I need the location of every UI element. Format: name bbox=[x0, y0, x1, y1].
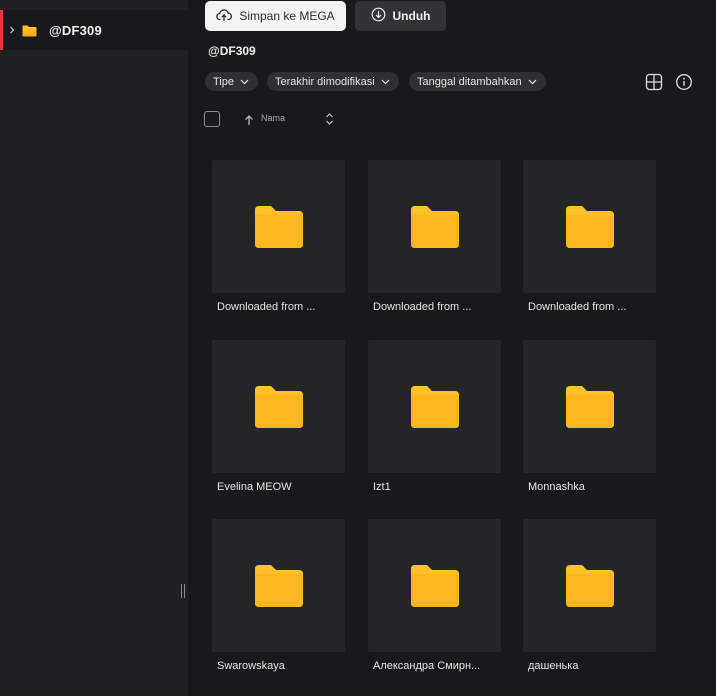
folder-name: Downloaded from ... bbox=[528, 301, 627, 313]
folder-name: дашенька bbox=[528, 660, 579, 672]
arrow-up-icon[interactable] bbox=[244, 113, 254, 125]
sidebar: @DF309 bbox=[0, 0, 188, 696]
grid-view-icon[interactable] bbox=[645, 73, 663, 91]
folder-name: Downloaded from ... bbox=[373, 301, 472, 313]
folder-icon bbox=[565, 564, 614, 607]
folder-name: Evelina MEOW bbox=[217, 481, 292, 493]
filter-last-modified-label: Terakhir dimodifikasi bbox=[275, 75, 375, 88]
folder-icon bbox=[565, 385, 614, 428]
filter-type-dropdown[interactable]: Tipe bbox=[205, 72, 258, 91]
download-button[interactable]: Unduh bbox=[355, 1, 446, 31]
tree-item-root-folder[interactable]: @DF309 bbox=[0, 10, 188, 50]
sidebar-resize-handle[interactable] bbox=[181, 584, 187, 598]
folder-card[interactable]: Downloaded from ... bbox=[368, 160, 501, 313]
folder-name: Monnashka bbox=[528, 481, 585, 493]
folder-thumbnail bbox=[212, 519, 345, 652]
folder-card[interactable]: Evelina MEOW bbox=[212, 340, 345, 493]
folder-thumbnail bbox=[212, 340, 345, 473]
filter-date-added-dropdown[interactable]: Tanggal ditambahkan bbox=[409, 72, 546, 91]
folder-thumbnail bbox=[523, 340, 656, 473]
folder-card[interactable]: Александра Смирн... bbox=[368, 519, 501, 672]
main-panel: Simpan ke MEGA Unduh @DF309 Tipe Terakhi… bbox=[188, 0, 716, 696]
folder-icon bbox=[410, 385, 459, 428]
page-title: @DF309 bbox=[208, 44, 256, 58]
folder-thumbnail bbox=[368, 160, 501, 293]
folder-thumbnail bbox=[523, 519, 656, 652]
folder-name: Александра Смирн... bbox=[373, 660, 481, 672]
chevron-down-icon bbox=[528, 76, 537, 88]
download-label: Unduh bbox=[392, 9, 431, 23]
folder-card[interactable]: Downloaded from ... bbox=[523, 160, 656, 313]
sort-toggle-icon[interactable] bbox=[325, 112, 334, 126]
filter-last-modified-dropdown[interactable]: Terakhir dimodifikasi bbox=[267, 72, 399, 91]
folder-name: Downloaded from ... bbox=[217, 301, 316, 313]
folder-name: Swarowskaya bbox=[217, 660, 285, 672]
tree-item-label: @DF309 bbox=[49, 22, 102, 38]
folder-card[interactable]: Izt1 bbox=[368, 340, 501, 493]
folder-thumbnail bbox=[212, 160, 345, 293]
folder-icon bbox=[254, 205, 303, 248]
folder-card[interactable]: дашенька bbox=[523, 519, 656, 672]
folder-card[interactable]: Downloaded from ... bbox=[212, 160, 345, 313]
chevron-down-icon bbox=[240, 76, 249, 88]
cloud-upload-icon bbox=[216, 8, 233, 25]
chevron-right-icon[interactable] bbox=[7, 25, 17, 35]
folder-icon bbox=[410, 564, 459, 607]
info-icon[interactable] bbox=[675, 73, 693, 91]
folder-card[interactable]: Swarowskaya bbox=[212, 519, 345, 672]
folder-icon bbox=[410, 205, 459, 248]
folder-icon bbox=[254, 564, 303, 607]
filter-type-label: Tipe bbox=[213, 75, 234, 88]
save-to-mega-label: Simpan ke MEGA bbox=[239, 9, 335, 23]
save-to-mega-button[interactable]: Simpan ke MEGA bbox=[205, 1, 346, 31]
folder-thumbnail bbox=[368, 340, 501, 473]
folder-icon bbox=[254, 385, 303, 428]
folder-card[interactable]: Monnashka bbox=[523, 340, 656, 493]
filter-date-added-label: Tanggal ditambahkan bbox=[417, 75, 522, 88]
folder-icon bbox=[22, 24, 37, 37]
sort-by-name-label[interactable]: Nama bbox=[261, 113, 285, 123]
folder-thumbnail bbox=[523, 160, 656, 293]
chevron-down-icon bbox=[381, 76, 390, 88]
folder-thumbnail bbox=[368, 519, 501, 652]
download-circle-icon bbox=[371, 7, 386, 25]
select-all-checkbox[interactable] bbox=[204, 111, 220, 127]
folder-icon bbox=[565, 205, 614, 248]
folder-name: Izt1 bbox=[373, 481, 391, 493]
